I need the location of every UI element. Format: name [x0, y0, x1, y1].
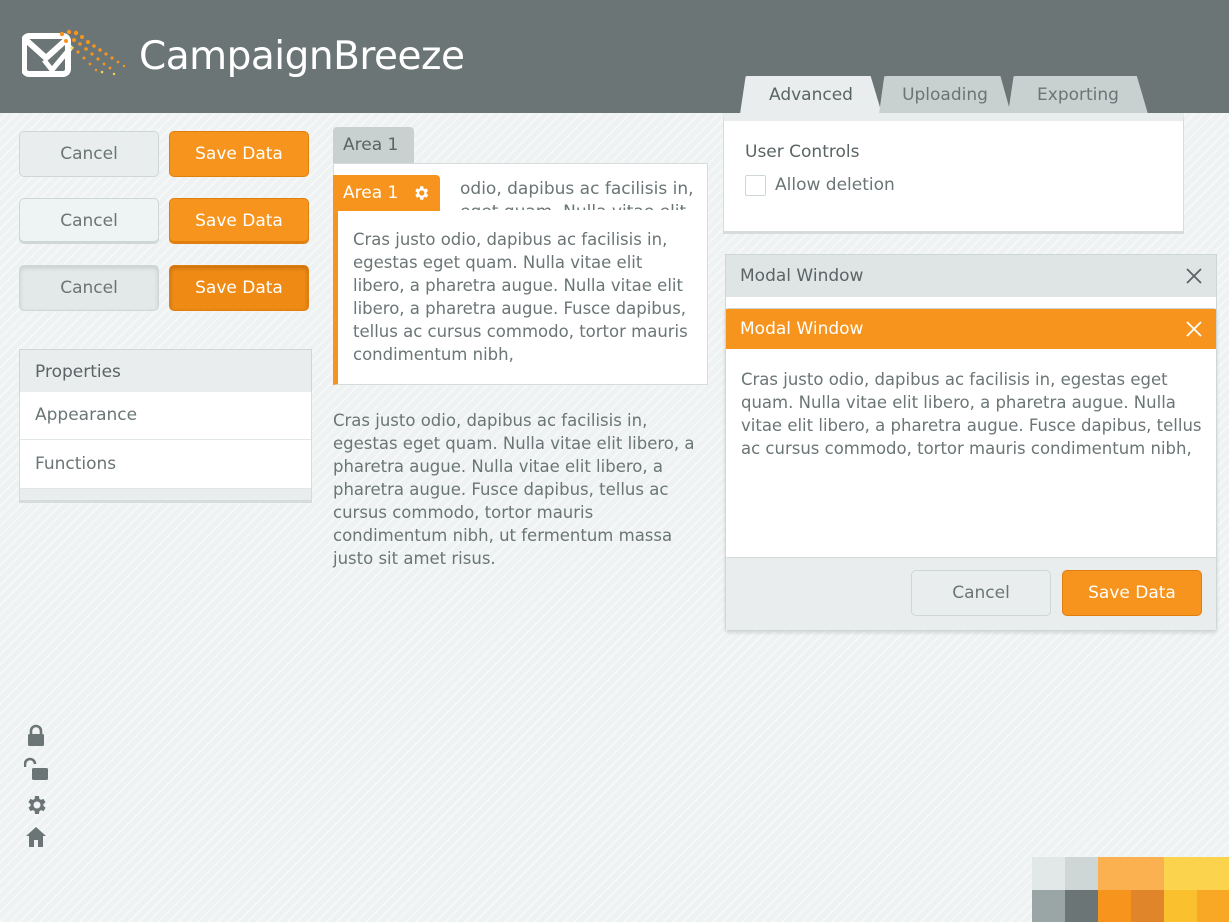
- modal-title: Modal Window: [726, 309, 1216, 349]
- area-front-tab-label: Area 1: [343, 183, 399, 203]
- body-text: Cras justo odio, dapibus ac facilisis in…: [333, 411, 695, 568]
- unlock-icon[interactable]: [24, 757, 48, 781]
- properties-header: Properties: [19, 349, 312, 393]
- tab-uploading[interactable]: Uploading: [879, 76, 1011, 114]
- app-title: CampaignBreeze: [139, 34, 465, 79]
- modal-cancel-button[interactable]: Cancel: [911, 570, 1051, 616]
- area-front-text: Cras justo odio, dapibus ac facilisis in…: [353, 230, 688, 364]
- save-button-pressed[interactable]: Save Data: [169, 265, 309, 311]
- close-icon[interactable]: [1184, 319, 1204, 339]
- tab-exporting[interactable]: Exporting: [1008, 76, 1148, 114]
- user-controls-title: User Controls: [745, 142, 860, 162]
- cancel-button-pressed[interactable]: Cancel: [19, 265, 159, 311]
- logo-icon: [22, 29, 126, 77]
- area-back-text: odio, dapibus ac facilisis in, eget quam…: [460, 179, 694, 211]
- allow-deletion-checkbox[interactable]: [745, 175, 766, 196]
- save-button-hover[interactable]: Save Data: [169, 198, 309, 244]
- advanced-panel: [723, 113, 1184, 232]
- allow-deletion-label[interactable]: Allow deletion: [775, 175, 895, 195]
- tab-advanced[interactable]: Advanced: [740, 76, 882, 114]
- area-back-tab[interactable]: Area 1: [333, 127, 414, 163]
- properties-footer: [20, 489, 311, 500]
- modal-back-title: Modal Window: [726, 255, 1216, 297]
- modal-body-text: Cras justo odio, dapibus ac facilisis in…: [741, 370, 1202, 458]
- save-button[interactable]: Save Data: [169, 131, 309, 177]
- cancel-button-hover[interactable]: Cancel: [19, 198, 159, 244]
- area-front-tab[interactable]: Area 1: [333, 175, 440, 211]
- gear-icon[interactable]: [24, 793, 48, 817]
- gear-icon[interactable]: [412, 184, 430, 202]
- lock-icon[interactable]: [24, 724, 48, 748]
- modal-save-button[interactable]: Save Data: [1062, 570, 1202, 616]
- cancel-button[interactable]: Cancel: [19, 131, 159, 177]
- close-icon[interactable]: [1184, 266, 1204, 286]
- home-icon[interactable]: [24, 825, 48, 849]
- pixel-decoration: [1032, 857, 1229, 922]
- properties-item-functions[interactable]: Functions: [20, 441, 311, 489]
- properties-item-appearance[interactable]: Appearance: [20, 392, 311, 440]
